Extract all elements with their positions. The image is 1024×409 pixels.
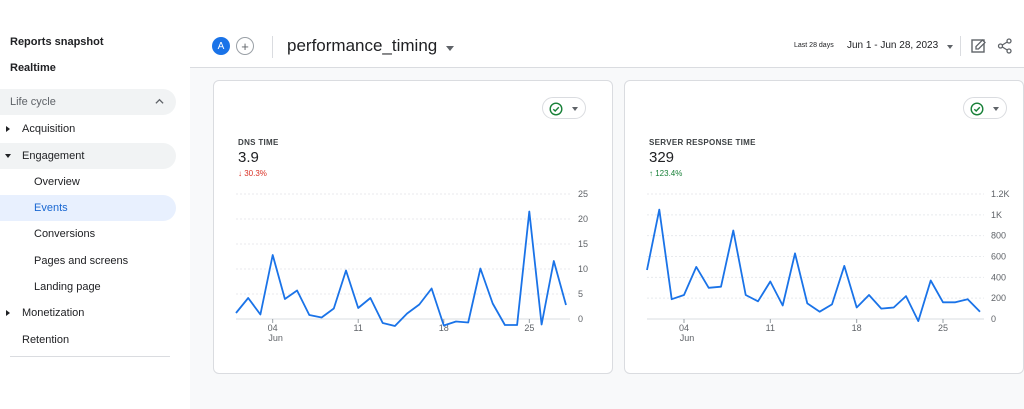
x-tick-label: 18 [852,323,862,333]
page-title[interactable]: performance_timing [287,36,437,56]
x-tick-label: 11 [766,323,775,333]
metric-card-server-response-time: SERVER RESPONSE TIME 329 ↑ 123.4% 0 200 40… [624,80,1024,374]
y-tick-label: 800 [991,231,1006,241]
sidebar-item-conversions[interactable]: Conversions [34,221,95,247]
sidebar-nav: Reports snapshot Realtime Life cycle Acq… [0,0,190,409]
metric-card-dns-time: DNS TIME 3.9 ↓ 30.3% 0 5 10 15 20 25 04 Jun 11 18… [213,80,613,374]
y-tick-label: 400 [991,272,1006,282]
expand-caret-icon[interactable] [6,310,10,316]
collapse-caret-icon[interactable] [5,154,11,158]
sidebar-item-monetization[interactable]: Monetization [22,300,84,326]
chevron-down-icon[interactable] [947,45,953,49]
sidebar-item-pages-and-screens[interactable]: Pages and screens [34,248,128,274]
x-month-label: Jun [268,333,283,343]
date-range-label[interactable]: Last 28 days [794,42,834,49]
series-line [646,208,981,322]
sidebar-item-realtime[interactable]: Realtime [10,55,56,81]
x-tick-label: 11 [354,323,363,333]
sidebar-item-label: Monetization [22,307,85,319]
y-tick-label: 1.2K [991,189,1010,199]
sidebar-item-label: Conversions [34,228,96,240]
server-response-time-line-chart: 0 200 400 600 800 1K 1.2K 04Jun 11 18 25 [646,189,1010,343]
header-divider [272,36,273,58]
y-tick-label: 0 [578,314,583,324]
y-tick-label: 600 [991,252,1006,262]
expand-caret-icon[interactable] [6,126,10,132]
main-content: A + performance_timing Last 28 days Jun … [190,0,1024,409]
sidebar-highlight-events [0,195,176,221]
sidebar-item-overview[interactable]: Overview [34,169,80,195]
sidebar-item-label: Pages and screens [34,255,129,267]
sidebar-item-landing-page[interactable]: Landing page [34,274,101,300]
sidebar-item-label: Landing page [34,281,101,293]
date-range-picker[interactable]: Jun 1 - Jun 28, 2023 [847,40,938,51]
x-tick-label: 04 [268,323,278,333]
share-icon[interactable] [996,37,1014,55]
sidebar-item-label: Acquisition [22,123,76,135]
y-tick-label: 10 [578,264,588,274]
x-month-label: Jun [680,333,695,343]
comparison-avatar[interactable]: A [212,37,230,55]
section-label: Life cycle [10,96,56,108]
sidebar-section-life-cycle[interactable]: Life cycle [0,89,176,115]
dns-time-line-chart: 051015202504Jun11 18 25 [235,189,588,343]
y-tick-label: 20 [578,214,588,224]
sidebar-item-label: Realtime [10,62,56,74]
chevron-down-icon[interactable] [446,46,454,51]
x-tick-label: 25 [524,323,534,333]
chevron-up-icon [155,98,164,104]
sidebar-item-label: Events [34,202,68,214]
sidebar-item-label: Overview [34,176,80,188]
y-tick-label: 15 [578,239,588,249]
x-tick-label: 25 [938,323,948,333]
y-tick-label: 1K [991,210,1002,220]
sidebar-item-acquisition[interactable]: Acquisition [22,116,75,142]
x-tick-label: 04 [679,323,689,333]
header-divider [960,36,961,56]
report-header: A + performance_timing Last 28 days Jun … [190,0,1024,68]
edit-report-icon[interactable] [970,37,988,55]
sidebar-item-reports-snapshot[interactable]: Reports snapshot [10,29,104,55]
sidebar-item-label: Reports snapshot [10,36,104,48]
y-tick-label: 200 [991,293,1006,303]
sidebar-item-label: Retention [22,334,70,346]
y-tick-label: 25 [578,189,588,199]
sidebar-item-events[interactable]: Events [34,195,68,221]
sidebar-item-label: Engagement [22,150,85,162]
sidebar-item-retention[interactable]: Retention [22,327,69,353]
y-tick-label: 0 [991,314,996,324]
sidebar-item-engagement[interactable]: Engagement [22,143,84,169]
add-comparison-button[interactable]: + [236,37,254,55]
y-tick-label: 5 [578,289,583,299]
sidebar-divider [10,356,170,357]
